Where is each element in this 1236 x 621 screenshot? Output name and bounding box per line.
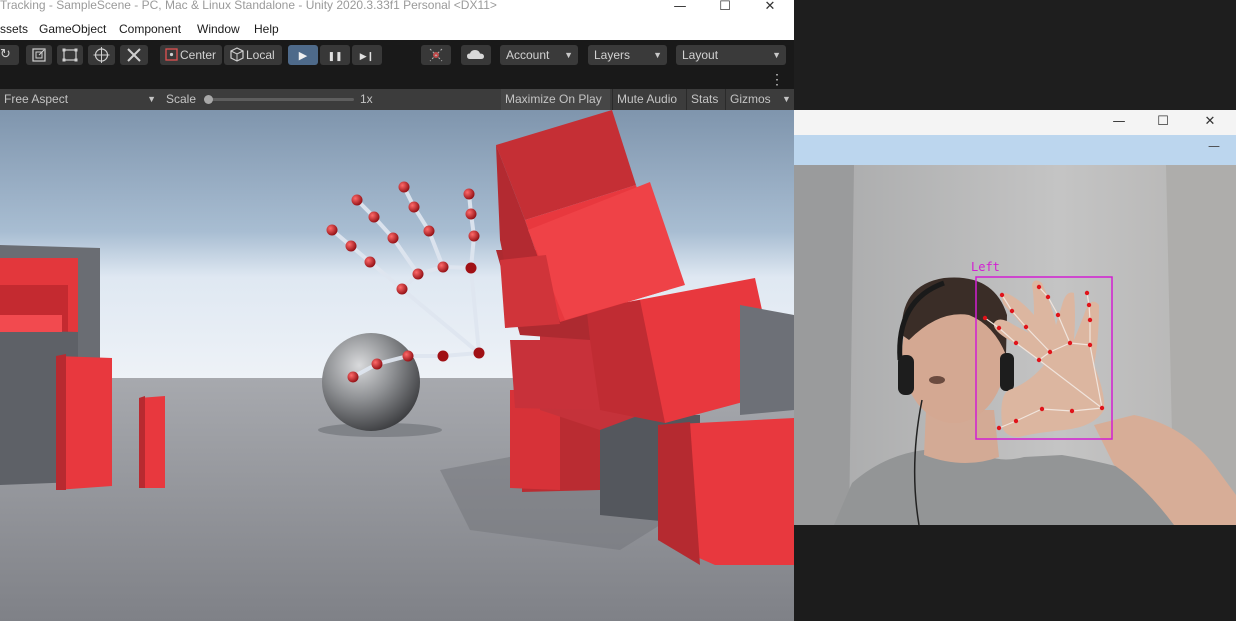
local-cube-icon [230, 47, 244, 62]
gizmos-dropdown-icon[interactable]: ▼ [778, 89, 794, 110]
game-view-scene [0, 110, 794, 621]
chevron-down-icon: ▼ [772, 50, 781, 60]
menu-help[interactable]: Help [254, 22, 279, 36]
stats-toggle[interactable]: Stats [686, 89, 725, 110]
scale-label: Scale [166, 92, 197, 106]
collab-button[interactable] [421, 45, 451, 65]
headphone-cup [898, 355, 914, 395]
desktop-background [794, 0, 1236, 110]
rotate-icon: ↻ [0, 47, 11, 62]
main-toolbar: ↻ Center Local ▶ ❚❚ ▶❙ Account ▼ Layers … [0, 40, 794, 70]
account-label: Account [506, 48, 550, 62]
chevron-down-icon: ▼ [564, 50, 573, 60]
camera-window-footer [794, 525, 1236, 621]
step-icon: ▶❙ [359, 52, 375, 62]
scale-tool-button[interactable] [26, 45, 52, 65]
camera-title-bar: — ☐ ✕ [794, 110, 1236, 135]
custom-tool-button[interactable] [120, 45, 148, 65]
wall-shadow [794, 165, 854, 525]
pivot-rotation-label: Local [246, 48, 275, 62]
pivot-rotation-button[interactable]: Local [224, 45, 282, 65]
step-button[interactable]: ▶❙ [352, 45, 382, 65]
red-block-small [139, 396, 165, 488]
menu-component[interactable]: Component [119, 22, 181, 36]
pivot-mode-button[interactable]: Center [160, 45, 222, 65]
chevron-down-icon: ▼ [147, 94, 156, 104]
red-block-left [56, 354, 112, 490]
pivot-mode-label: Center [180, 48, 217, 62]
rect-icon [62, 48, 78, 62]
menu-bar: ssets GameObject Component Window Help [0, 20, 794, 40]
menu-assets[interactable]: ssets [0, 22, 28, 36]
rect-tool-button[interactable] [57, 45, 83, 65]
scale-value: 1x [360, 92, 373, 106]
close-button[interactable]: ✕ [748, 0, 792, 20]
camera-menu-bar: — [794, 135, 1236, 165]
maximize-button[interactable]: ☐ [703, 0, 747, 20]
cloud-icon [467, 50, 484, 59]
cloud-button[interactable] [461, 45, 491, 65]
minimize-button[interactable]: — [658, 0, 702, 20]
more-options-icon[interactable]: ⋮ [770, 70, 784, 88]
transform-icon [93, 47, 110, 63]
layout-label: Layout [682, 48, 719, 62]
unity-title-bar: Tracking - SampleScene - PC, Mac & Linux… [0, 0, 794, 20]
rotate-tool-button[interactable]: ↻ [0, 45, 19, 65]
layout-dropdown[interactable]: Layout ▼ [676, 45, 786, 65]
scale-slider[interactable] [204, 95, 354, 104]
camera-minimize-button[interactable]: — [1097, 115, 1141, 135]
menu-window[interactable]: Window [197, 22, 240, 36]
game-view-toolbar: Free Aspect ▼ Scale 1x Maximize On Play … [0, 89, 794, 111]
layers-dropdown[interactable]: Layers ▼ [588, 45, 667, 65]
camera-close-button[interactable]: ✕ [1188, 115, 1232, 135]
gizmos-toggle[interactable]: Gizmos [725, 89, 778, 110]
scale-slider-thumb[interactable] [204, 95, 213, 104]
camera-collapse-button[interactable]: — [1208, 139, 1220, 153]
account-dropdown[interactable]: Account ▼ [500, 45, 578, 65]
transform-tool-button[interactable] [88, 45, 115, 65]
maximize-on-play-toggle[interactable]: Maximize On Play [501, 89, 610, 110]
aspect-dropdown[interactable]: Free Aspect ▼ [0, 89, 160, 110]
game-tab-row: ⋮ [0, 70, 794, 89]
unity-editor-window: Tracking - SampleScene - PC, Mac & Linux… [0, 0, 794, 621]
webcam-feed: Left [794, 165, 1236, 525]
person-eye [929, 376, 945, 384]
window-title: Tracking - SampleScene - PC, Mac & Linux… [0, 0, 497, 12]
camera-window: — ☐ ✕ — Left [794, 110, 1236, 621]
mute-audio-toggle[interactable]: Mute Audio [612, 89, 685, 110]
hand-label: Left [971, 260, 1000, 274]
aspect-label: Free Aspect [4, 92, 69, 106]
layers-label: Layers [594, 48, 631, 62]
gray-sphere [322, 333, 420, 431]
pause-icon: ❚❚ [327, 52, 343, 62]
menu-gameobject[interactable]: GameObject [39, 22, 106, 36]
play-button[interactable]: ▶ [288, 45, 318, 65]
scale-icon [32, 48, 46, 62]
headphone-cup-right [1000, 353, 1014, 391]
pivot-center-icon [165, 48, 178, 61]
pause-button[interactable]: ❚❚ [320, 45, 350, 65]
camera-maximize-button[interactable]: ☐ [1141, 115, 1185, 135]
collab-icon [429, 48, 443, 62]
tools-icon [127, 48, 141, 62]
chevron-down-icon: ▼ [653, 50, 662, 60]
play-icon: ▶ [298, 49, 308, 62]
